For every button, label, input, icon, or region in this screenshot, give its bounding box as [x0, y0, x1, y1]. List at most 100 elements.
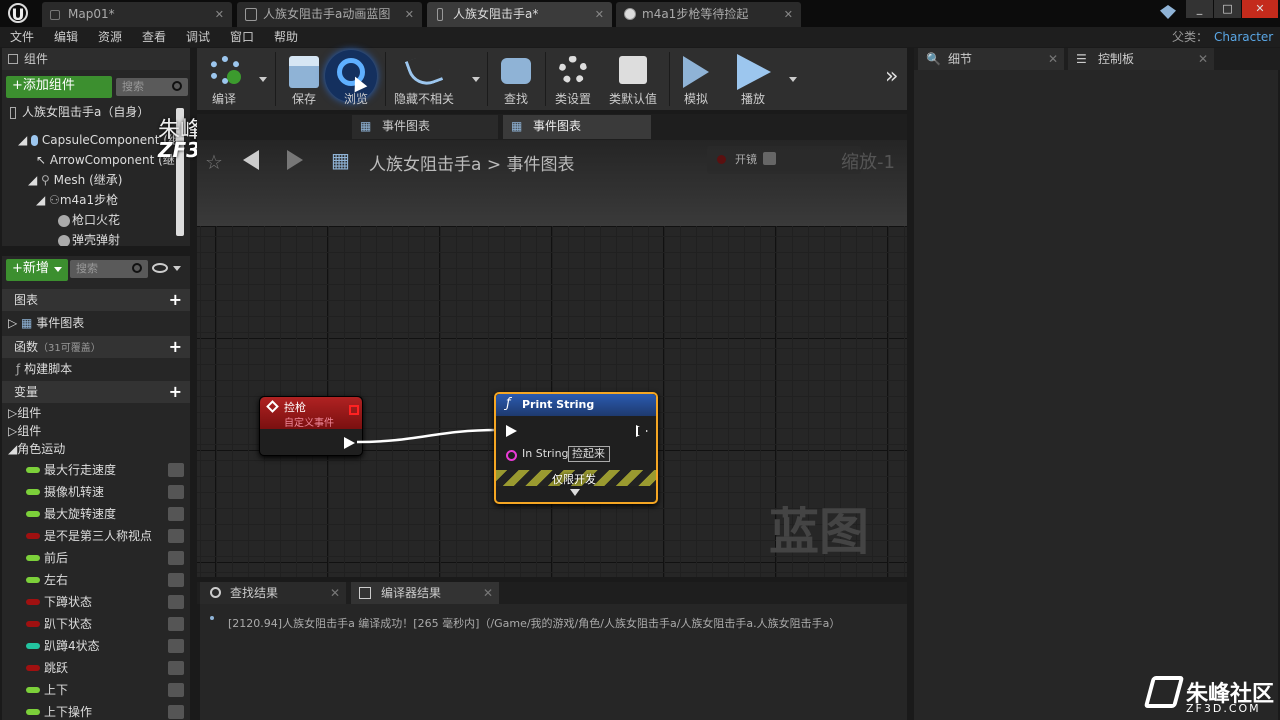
variable-item[interactable]: 最大旋转速度: [2, 503, 190, 525]
variable-category-components[interactable]: ▷组件: [8, 403, 41, 423]
tab-map01[interactable]: Map01* ✕: [42, 2, 232, 27]
close-icon[interactable]: ✕: [405, 2, 414, 27]
close-icon[interactable]: ✕: [1198, 48, 1208, 70]
simulate-button[interactable]: 模拟: [671, 48, 721, 110]
tab-details[interactable]: 🔍 细节 ✕: [918, 48, 1064, 70]
variable-item[interactable]: 上下操作: [2, 701, 190, 720]
component-shell-eject[interactable]: 弹壳弹射: [58, 230, 120, 246]
visibility-eye-icon[interactable]: [168, 551, 184, 565]
eye-icon[interactable]: [152, 263, 168, 273]
tab-anim-blueprint[interactable]: 人族女阻击手a动画蓝图 ✕: [237, 2, 422, 27]
section-functions[interactable]: 函数（31可覆盖） +: [2, 336, 190, 358]
minimize-button[interactable]: _: [1186, 0, 1213, 18]
hide-unrelated-dropdown-icon[interactable]: [472, 77, 480, 82]
visibility-eye-icon[interactable]: [168, 661, 184, 675]
variable-category-movement[interactable]: ◢角色运动: [8, 439, 65, 459]
compile-dropdown-icon[interactable]: [259, 77, 267, 82]
tab-label: Map01*: [68, 7, 115, 21]
variable-type-icon: [26, 687, 40, 693]
variable-item[interactable]: 趴蹲4状态: [2, 635, 190, 657]
component-capsule[interactable]: ◢ CapsuleComponent (继: [18, 130, 180, 150]
print-node-title: Print String: [522, 398, 595, 411]
unreal-logo-icon[interactable]: U: [8, 3, 28, 24]
visibility-eye-icon[interactable]: [168, 595, 184, 609]
add-function-icon[interactable]: +: [169, 336, 182, 358]
print-string-node[interactable]: ƒ Print String In String 捡起来 仅限开发: [494, 392, 658, 504]
hide-unrelated-button[interactable]: 隐藏不相关: [389, 48, 459, 110]
menu-asset[interactable]: 资源: [98, 27, 122, 47]
visibility-eye-icon[interactable]: [168, 463, 184, 477]
function-icon: ƒ: [16, 362, 21, 376]
component-m4a1[interactable]: ◢ ⚇m4a1步枪: [36, 190, 118, 210]
variable-category-components-2[interactable]: ▷组件: [8, 421, 41, 441]
play-dropdown-icon[interactable]: [789, 77, 797, 82]
variable-item[interactable]: 左右: [2, 569, 190, 591]
visibility-eye-icon[interactable]: [168, 507, 184, 521]
section-graphs[interactable]: 图表 +: [2, 289, 190, 311]
tab-find-results[interactable]: 查找结果 ✕: [200, 582, 346, 604]
close-icon[interactable]: ✕: [483, 582, 493, 604]
tab-palette[interactable]: ☰ 控制板 ✕: [1068, 48, 1214, 70]
exec-in-pin[interactable]: [506, 425, 517, 437]
tab-compiler-results[interactable]: 编译器结果 ✕: [351, 582, 499, 604]
variable-item[interactable]: 前后: [2, 547, 190, 569]
visibility-eye-icon[interactable]: [168, 485, 184, 499]
close-window-button[interactable]: ✕: [1242, 0, 1278, 18]
add-variable-icon[interactable]: +: [169, 381, 182, 403]
graph-canvas[interactable]: ☆ ▦ 人族女阻击手a > 事件图表 开镜 缩放-1 蓝图 捡枪 自定义事件 ƒ…: [197, 140, 907, 577]
class-defaults-button[interactable]: 类默认值: [603, 48, 663, 110]
component-mesh[interactable]: ◢ ⚲ Mesh (继承): [28, 170, 122, 190]
component-root[interactable]: 人族女阻击手a（自身）: [10, 102, 176, 122]
menu-debug[interactable]: 调试: [186, 27, 210, 47]
chevron-down-icon[interactable]: [173, 266, 181, 271]
play-button[interactable]: 播放: [727, 48, 779, 110]
parent-class-link[interactable]: Character: [1214, 27, 1273, 47]
menu-help[interactable]: 帮助: [274, 27, 298, 47]
menu-file[interactable]: 文件: [10, 27, 34, 47]
component-arrow[interactable]: ↖ ArrowComponent (继: [36, 150, 175, 170]
add-component-button[interactable]: +添加组件: [6, 76, 112, 98]
variable-item[interactable]: 是不是第三人称视点: [2, 525, 190, 547]
variable-item[interactable]: 跳跃: [2, 657, 190, 679]
variable-label: 是不是第三人称视点: [44, 529, 153, 543]
source-control-icon[interactable]: [1160, 5, 1176, 19]
find-button[interactable]: 查找: [491, 48, 541, 110]
menu-window[interactable]: 窗口: [230, 27, 254, 47]
expand-arrow-icon[interactable]: [570, 489, 580, 496]
visibility-eye-icon[interactable]: [168, 683, 184, 697]
variable-item[interactable]: 上下: [2, 679, 190, 701]
close-icon[interactable]: ✕: [784, 2, 793, 27]
class-settings-button[interactable]: 类设置: [547, 48, 599, 110]
variable-item[interactable]: 趴下状态: [2, 613, 190, 635]
graph-item-event[interactable]: ▷ ▦ 事件图表: [8, 313, 84, 333]
graph-tab-event-1[interactable]: ▦ 事件图表: [352, 115, 498, 139]
toolbar-overflow-button[interactable]: »: [885, 64, 898, 89]
component-muzzle-flash[interactable]: 枪口火花: [58, 210, 120, 230]
variable-item[interactable]: 最大行走速度: [2, 459, 190, 481]
tab-character-blueprint[interactable]: 人族女阻击手a* ✕: [427, 2, 612, 27]
compile-button[interactable]: 编译: [197, 48, 267, 110]
maximize-button[interactable]: □: [1214, 0, 1241, 18]
menu-view[interactable]: 查看: [142, 27, 166, 47]
visibility-eye-icon[interactable]: [168, 573, 184, 587]
parent-class-label: 父类：: [1172, 30, 1209, 44]
close-icon[interactable]: ✕: [215, 2, 224, 27]
save-button[interactable]: 保存: [279, 48, 329, 110]
graph-tab-event-2[interactable]: ▦ 事件图表: [503, 115, 651, 139]
close-icon[interactable]: ✕: [1048, 48, 1058, 70]
close-icon[interactable]: ✕: [330, 582, 340, 604]
section-variables[interactable]: 变量 +: [2, 381, 190, 403]
visibility-eye-icon[interactable]: [168, 705, 184, 719]
in-string-input[interactable]: 捡起来: [568, 446, 610, 462]
visibility-eye-icon[interactable]: [168, 617, 184, 631]
tab-m4a1[interactable]: m4a1步枪等待捡起 ✕: [616, 2, 801, 27]
visibility-eye-icon[interactable]: [168, 529, 184, 543]
add-graph-icon[interactable]: +: [169, 289, 182, 311]
function-item-construction[interactable]: ƒ 构建脚本: [16, 359, 72, 379]
visibility-eye-icon[interactable]: [168, 639, 184, 653]
variable-item[interactable]: 摄像机转速: [2, 481, 190, 503]
close-icon[interactable]: ✕: [595, 2, 604, 27]
string-pin[interactable]: [506, 450, 517, 461]
menu-edit[interactable]: 编辑: [54, 27, 78, 47]
variable-item[interactable]: 下蹲状态: [2, 591, 190, 613]
